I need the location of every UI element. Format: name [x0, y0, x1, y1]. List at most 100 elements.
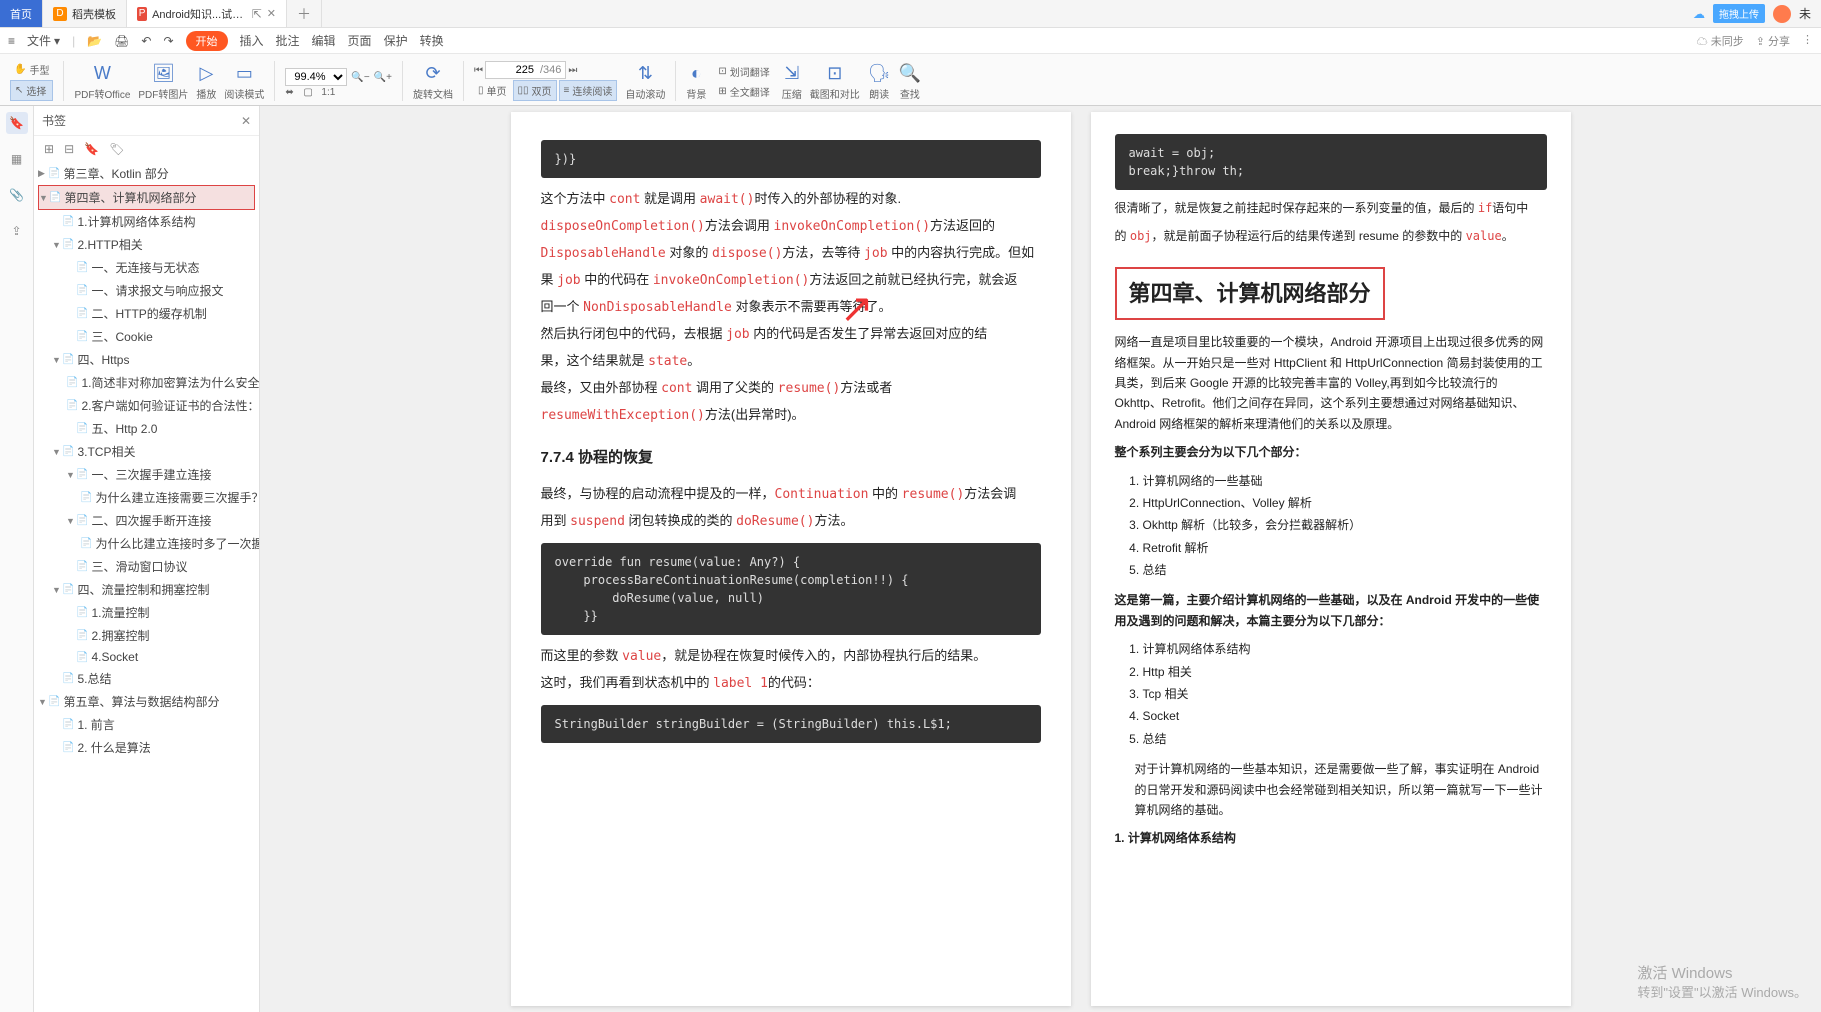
bookmark-item[interactable]: ▼📄四、Https — [38, 348, 255, 371]
fit-page-icon[interactable]: ▢ — [303, 87, 317, 101]
close-icon[interactable]: ✕ — [267, 7, 276, 20]
protect-menu[interactable]: 保护 — [384, 32, 408, 49]
undo-icon[interactable]: ↶ — [141, 34, 151, 48]
zoom-out-icon[interactable]: 🔍− — [351, 72, 369, 83]
single-page[interactable]: ▯ 单页 — [474, 80, 511, 101]
print-icon[interactable]: 🖨 — [114, 34, 129, 48]
template-icon: D — [53, 7, 67, 21]
page-menu[interactable]: 页面 — [348, 32, 372, 49]
bookmark-item[interactable]: 📄5.总结 — [38, 667, 255, 690]
autoscroll-icon: ⇅ — [638, 63, 653, 84]
speaker-icon: 🗣 — [868, 63, 891, 84]
open-icon[interactable]: 📂 — [87, 34, 102, 48]
hamburger-icon[interactable]: ≡ — [8, 34, 15, 48]
bookmark-item[interactable]: 📄一、无连接与无状态 — [38, 256, 255, 279]
zoom-select[interactable]: 99.4% — [285, 68, 347, 86]
auto-scroll[interactable]: ⇅自动滚动 — [623, 63, 667, 101]
list-item: 总结 — [1143, 729, 1547, 749]
bookmark-item[interactable]: ▼📄3.TCP相关 — [38, 440, 255, 463]
bookmark-item[interactable]: ▼📄一、三次握手建立连接 — [38, 463, 255, 486]
select-tool[interactable]: ↖ 选择 — [10, 80, 53, 101]
actual-size-icon[interactable]: 1:1 — [321, 87, 335, 101]
attachment-icon[interactable]: 📎 — [6, 184, 28, 206]
bookmark-item[interactable]: ▼📄第五章、算法与数据结构部分 — [38, 690, 255, 713]
continuous-read[interactable]: ≡ 连续阅读 — [559, 80, 618, 101]
bookmark-icon[interactable]: 🔖 — [84, 142, 99, 156]
list-item: Socket — [1143, 706, 1547, 726]
bookmark-item[interactable]: 📄1.计算机网络体系结构 — [38, 210, 255, 233]
sidebar-close-icon[interactable]: ✕ — [241, 114, 251, 128]
bookmark-item[interactable]: 📄为什么比建立连接时多了一次握手？ — [38, 532, 255, 555]
new-tab-button[interactable]: ＋ — [287, 0, 322, 27]
dict-translate[interactable]: ⊡ 划词翻译 — [714, 62, 773, 81]
bookmark-item[interactable]: 📄为什么建立连接需要三次握手？ — [38, 486, 255, 509]
pdf-to-image[interactable]: 🖼PDF转图片 — [136, 63, 190, 101]
bookmark-item[interactable]: ▶📄第三章、Kotlin 部分 — [38, 162, 255, 185]
bookmark-item[interactable]: 📄2. 什么是算法 — [38, 736, 255, 759]
sync-status[interactable]: ☁ 未同步 — [1697, 33, 1744, 49]
share-button[interactable]: ⇪ 分享 — [1756, 33, 1790, 49]
insert-menu[interactable]: 插入 — [240, 32, 264, 49]
pdf-to-office[interactable]: WPDF转Office — [72, 63, 132, 101]
annotate-menu[interactable]: 批注 — [276, 32, 300, 49]
bookmark-item[interactable]: 📄1. 前言 — [38, 713, 255, 736]
expand-all-icon[interactable]: ⊞ — [44, 142, 54, 156]
file-menu[interactable]: 文件 ▾ — [27, 32, 60, 49]
bookmark-item[interactable]: 📄1.简述非对称加密算法为什么安全： — [38, 371, 255, 394]
cloud-icon[interactable]: ☁ — [1693, 7, 1705, 21]
word-icon: W — [94, 63, 111, 84]
tab-document[interactable]: PAndroid知识...试&进阶}.pdf⇱✕ — [127, 0, 287, 27]
find-button[interactable]: 🔍查找 — [897, 63, 923, 101]
thumbnails-icon[interactable]: ▦ — [6, 148, 28, 170]
tab-templates[interactable]: D稻壳模板 — [43, 0, 127, 27]
sidebar-title: 书签 — [42, 112, 241, 129]
fit-width-icon[interactable]: ⬌ — [285, 87, 299, 101]
crop-compare[interactable]: ⊡截图和对比 — [808, 63, 862, 101]
read-mode[interactable]: ▭阅读模式 — [222, 63, 266, 101]
speak-button[interactable]: 🗣朗读 — [866, 63, 893, 101]
share-panel-icon[interactable]: ⇪ — [6, 220, 28, 242]
bookmark-item[interactable]: 📄三、Cookie — [38, 325, 255, 348]
bookmark-panel-icon[interactable]: 🔖 — [6, 112, 28, 134]
bookmark-item[interactable]: 📄一、请求报文与响应报文 — [38, 279, 255, 302]
menu-more[interactable]: ⋮ — [1802, 33, 1813, 49]
play-button[interactable]: ▷播放 — [194, 63, 218, 101]
tab-home[interactable]: 首页 — [0, 0, 43, 27]
redo-icon[interactable]: ↷ — [163, 34, 173, 48]
tab-pin-icon[interactable]: ⇱ — [252, 7, 262, 21]
rotate-button[interactable]: ⟳旋转文档 — [411, 63, 455, 101]
first-page-icon[interactable]: ⏮ — [474, 65, 483, 76]
page-input[interactable]: /346 — [485, 61, 566, 79]
bookmark-item[interactable]: ▼📄四、流量控制和拥塞控制 — [38, 578, 255, 601]
convert-menu[interactable]: 转换 — [420, 32, 444, 49]
list-item: Http 相关 — [1143, 662, 1547, 682]
bookmark-item[interactable]: 📄三、滑动窗口协议 — [38, 555, 255, 578]
bookmark-item[interactable]: ▼📄二、四次握手断开连接 — [38, 509, 255, 532]
username: 未 — [1799, 5, 1811, 22]
bookmark-item[interactable]: ▼📄2.HTTP相关 — [38, 233, 255, 256]
last-page-icon[interactable]: ⏭ — [568, 65, 577, 76]
bookmark-item[interactable]: 📄2.客户端如何验证证书的合法性： — [38, 394, 255, 417]
bookmark-item[interactable]: 📄二、HTTP的缓存机制 — [38, 302, 255, 325]
bookmark-add-icon[interactable]: 🏷 — [109, 142, 124, 156]
full-translate[interactable]: ⊞ 全文翻译 — [714, 82, 773, 101]
double-page[interactable]: ▯▯ 双页 — [513, 80, 557, 101]
code-block: override fun resume(value: Any?) { proce… — [541, 543, 1041, 635]
image-icon: 🖼 — [152, 63, 175, 84]
start-menu[interactable]: 开始 — [186, 31, 228, 51]
hand-tool[interactable]: ✋ 手型 — [10, 60, 53, 79]
compress-button[interactable]: ⇲压缩 — [780, 63, 804, 101]
edit-menu[interactable]: 编辑 — [312, 32, 336, 49]
upload-badge[interactable]: 拖拽上传 — [1713, 4, 1765, 23]
rotate-icon: ⟳ — [425, 63, 440, 84]
bookmark-item[interactable]: ▼📄第四章、计算机网络部分 — [38, 185, 255, 210]
code-block: })} — [541, 140, 1041, 178]
zoom-in-icon[interactable]: 🔍+ — [374, 72, 392, 83]
avatar[interactable] — [1773, 5, 1791, 23]
bookmark-item[interactable]: 📄五、Http 2.0 — [38, 417, 255, 440]
bookmark-item[interactable]: 📄4.Socket — [38, 647, 255, 667]
background-button[interactable]: ◐背景 — [684, 63, 708, 101]
bookmark-item[interactable]: 📄2.拥塞控制 — [38, 624, 255, 647]
collapse-all-icon[interactable]: ⊟ — [64, 142, 74, 156]
bookmark-item[interactable]: 📄1.流量控制 — [38, 601, 255, 624]
